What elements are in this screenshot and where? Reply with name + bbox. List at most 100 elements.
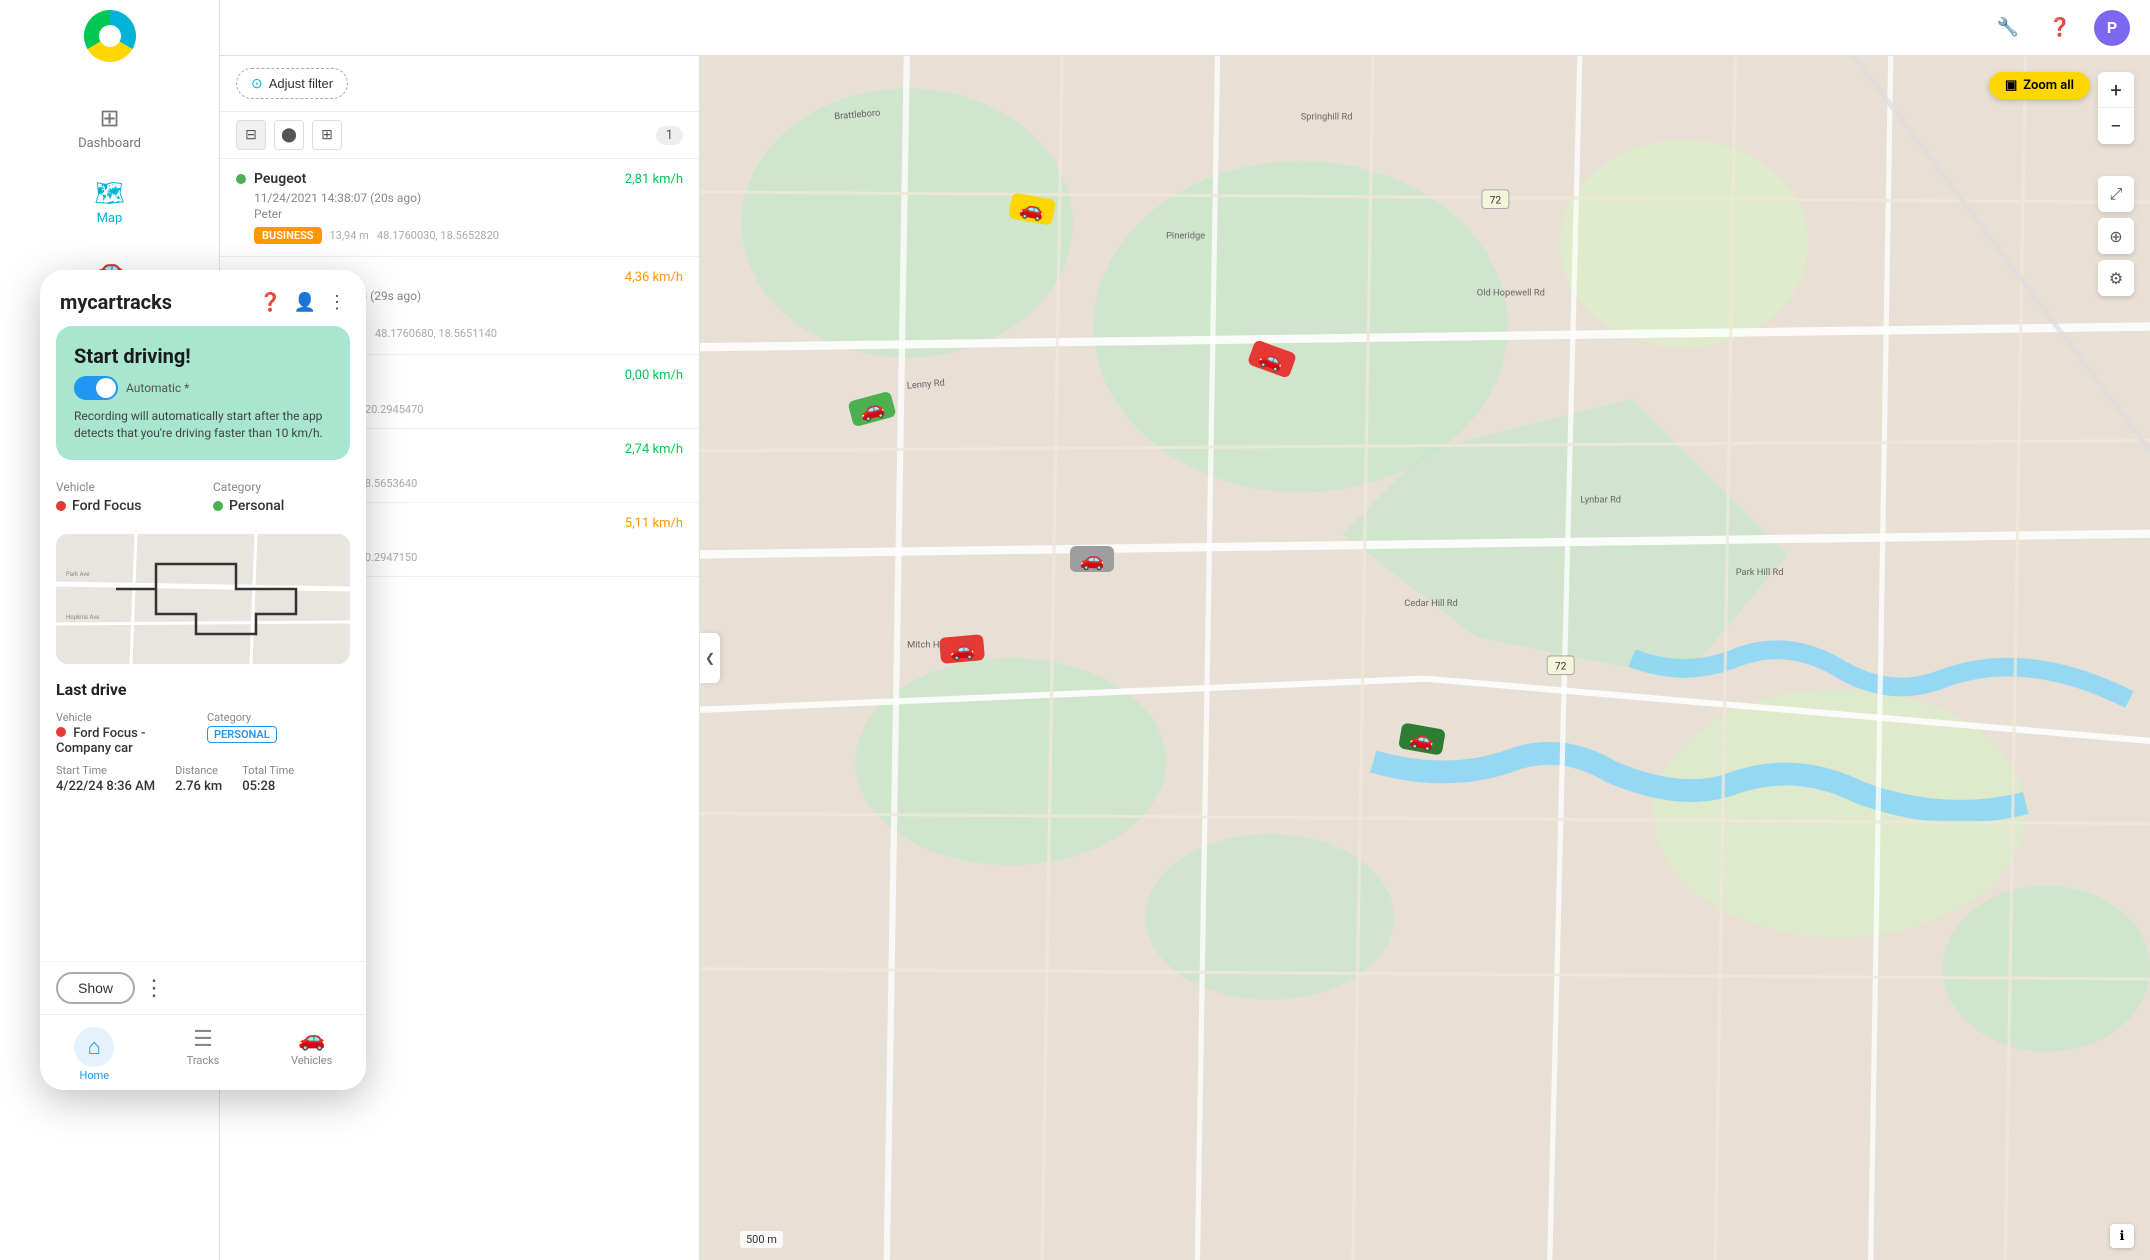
vehicle-speed: 0,00 km/h: [625, 368, 683, 383]
category-col: Category Personal: [213, 480, 350, 514]
mobile-app-title: mycartracks: [60, 290, 249, 314]
zoom-all-button[interactable]: ▣ Zoom all: [1989, 72, 2090, 99]
vehicle-speed: 2,81 km/h: [625, 172, 683, 187]
auto-toggle[interactable]: [74, 376, 118, 400]
view-controls: ⊟ ⬤ ⊞ 1: [220, 112, 699, 159]
profile-mobile-icon[interactable]: 👤: [294, 292, 316, 313]
mobile-header: mycartracks ❓ 👤 ⋮: [40, 270, 366, 326]
vehicle-speed: 5,11 km/h: [625, 516, 683, 531]
vehicle-count-badge: 1: [656, 126, 683, 145]
settings-icon-btn[interactable]: 🔧: [1990, 10, 2026, 46]
more-options-btn[interactable]: ⋮: [143, 975, 165, 1001]
vehicle-col-value: Ford Focus: [56, 498, 193, 514]
mobile-header-icons: ❓ 👤 ⋮: [259, 292, 346, 313]
svg-text:Lynbar Rd: Lynbar Rd: [1580, 495, 1621, 506]
vehicle-item[interactable]: Peugeot 2,81 km/h 11/24/2021 14:38:07 (2…: [220, 159, 699, 257]
toggle-label: Automatic *: [126, 381, 189, 395]
mini-map: Park Ave Hopkins Ave: [56, 534, 350, 664]
last-drive-grid: Vehicle Ford Focus - Company car Categor…: [56, 711, 350, 756]
collapse-panel-btn[interactable]: ❮: [700, 633, 720, 683]
map-svg: 72 72 Brattleboro Springhill Rd Lenny Rd…: [700, 56, 2150, 1260]
total-time-label: Total Time: [242, 764, 294, 777]
vehicle-ld-dot: [56, 727, 66, 737]
list-view-btn[interactable]: ⬤: [274, 120, 304, 150]
car-marker-gray[interactable]: 🚗: [1070, 546, 1114, 572]
home-active-bg: ⌂: [74, 1027, 114, 1067]
show-button[interactable]: Show: [56, 972, 135, 1004]
home-mobile-icon: ⌂: [88, 1034, 101, 1060]
mobile-nav-vehicles[interactable]: 🚗 Vehicles: [257, 1023, 366, 1086]
sidebar-item-label-dashboard: Dashboard: [78, 136, 141, 151]
vehicle-category-row: Vehicle Ford Focus Category Personal: [56, 480, 350, 514]
adjust-filter-button[interactable]: ⊙ Adjust filter: [236, 68, 348, 99]
mobile-bottom-nav: ⌂ Home ☰ Tracks 🚗 Vehicles: [40, 1014, 366, 1090]
map-icon: 🗺: [94, 179, 124, 207]
vehicle-time: 11/24/2021 14:38:07 (20s ago): [254, 191, 683, 205]
category-col-label: Category: [213, 480, 350, 494]
last-drive-title: Last drive: [56, 680, 350, 699]
vehicle-coords: 13,94 m 48.1760030, 18.5652820: [330, 229, 499, 242]
app-logo[interactable]: [84, 10, 136, 62]
svg-text:Park Ave: Park Ave: [66, 571, 89, 578]
zoom-out-btn[interactable]: −: [2098, 108, 2134, 144]
more-mobile-icon[interactable]: ⋮: [328, 292, 346, 313]
start-driving-title: Start driving!: [74, 344, 332, 368]
distance-label: Distance: [175, 764, 222, 777]
vehicle-tag: BUSINESS: [254, 227, 322, 244]
start-time-value: 4/22/24 8:36 AM: [56, 779, 155, 794]
sidebar-item-map[interactable]: 🗺 Map: [0, 167, 219, 238]
tracks-mobile-icon: ☰: [193, 1027, 213, 1052]
vehicle-ld-value: Ford Focus - Company car: [56, 726, 199, 756]
category-col-dot: [213, 501, 223, 511]
category-ld-value: PERSONAL: [207, 726, 350, 743]
sidebar-item-dashboard[interactable]: ⊞ Dashboard: [0, 92, 219, 163]
distance-col: Distance 2.76 km: [175, 764, 222, 794]
layers-icon-btn[interactable]: ⊕: [2098, 218, 2134, 254]
svg-text:72: 72: [1490, 193, 1502, 206]
map-scale: 500 m: [740, 1231, 783, 1248]
settings-map-icon-btn[interactable]: ⚙: [2098, 260, 2134, 296]
mobile-nav-home[interactable]: ⌂ Home: [40, 1023, 149, 1086]
mobile-nav-vehicles-label: Vehicles: [291, 1054, 332, 1067]
zoom-button-group: + −: [2098, 72, 2134, 144]
mobile-app: mycartracks ❓ 👤 ⋮ Start driving! Automat…: [40, 270, 366, 1090]
help-icon-btn[interactable]: ❓: [2042, 10, 2078, 46]
vehicle-speed: 4,36 km/h: [625, 270, 683, 285]
vehicle-col: Vehicle Ford Focus: [56, 480, 193, 514]
grid-view-btn[interactable]: ⊟: [236, 120, 266, 150]
compact-view-btn[interactable]: ⊞: [312, 120, 342, 150]
filter-bar: ⊙ Adjust filter: [220, 56, 699, 112]
start-time-col: Start Time 4/22/24 8:36 AM: [56, 764, 155, 794]
category-ld-label: Category: [207, 711, 350, 724]
user-avatar[interactable]: P: [2094, 10, 2130, 46]
svg-text:Old Hopewell Rd: Old Hopewell Rd: [1477, 288, 1545, 299]
vehicle-col-dot: [56, 501, 66, 511]
total-time-value: 05:28: [242, 779, 294, 794]
expand-icon-btn[interactable]: ⤢: [2098, 176, 2134, 212]
vehicles-mobile-icon: 🚗: [298, 1027, 325, 1052]
vehicle-status-dot: [236, 174, 246, 184]
map-side-controls: ⤢ ⊕ ⚙: [2098, 176, 2134, 296]
zoom-all-icon: ▣: [2005, 78, 2017, 93]
sidebar-item-label-map: Map: [97, 211, 123, 226]
map-area[interactable]: 72 72 Brattleboro Springhill Rd Lenny Rd…: [700, 56, 2150, 1260]
svg-text:Pineridge: Pineridge: [1166, 231, 1205, 242]
zoom-in-btn[interactable]: +: [2098, 72, 2134, 108]
mobile-nav-tracks-label: Tracks: [187, 1054, 220, 1067]
car-marker-red2[interactable]: 🚗: [939, 634, 985, 664]
mini-map-svg: Park Ave Hopkins Ave: [56, 534, 350, 664]
filter-icon: ⊙: [251, 75, 263, 92]
start-driving-card: Start driving! Automatic * Recording wil…: [56, 326, 350, 460]
vehicle-col-label: Vehicle: [56, 480, 193, 494]
svg-text:Hopkins Ave: Hopkins Ave: [66, 614, 99, 621]
mobile-nav-tracks[interactable]: ☰ Tracks: [149, 1023, 258, 1086]
map-info-btn[interactable]: ℹ: [2110, 1224, 2134, 1248]
help-mobile-icon[interactable]: ❓: [259, 292, 281, 313]
last-drive-section: Last drive Vehicle Ford Focus - Company …: [56, 680, 350, 794]
vehicle-ld-label: Vehicle: [56, 711, 199, 724]
start-time-label: Start Time: [56, 764, 155, 777]
toggle-row: Automatic *: [74, 376, 332, 400]
mobile-nav-home-label: Home: [80, 1069, 110, 1082]
start-driving-desc: Recording will automatically start after…: [74, 408, 332, 442]
vehicle-driver: Peter: [254, 207, 683, 221]
